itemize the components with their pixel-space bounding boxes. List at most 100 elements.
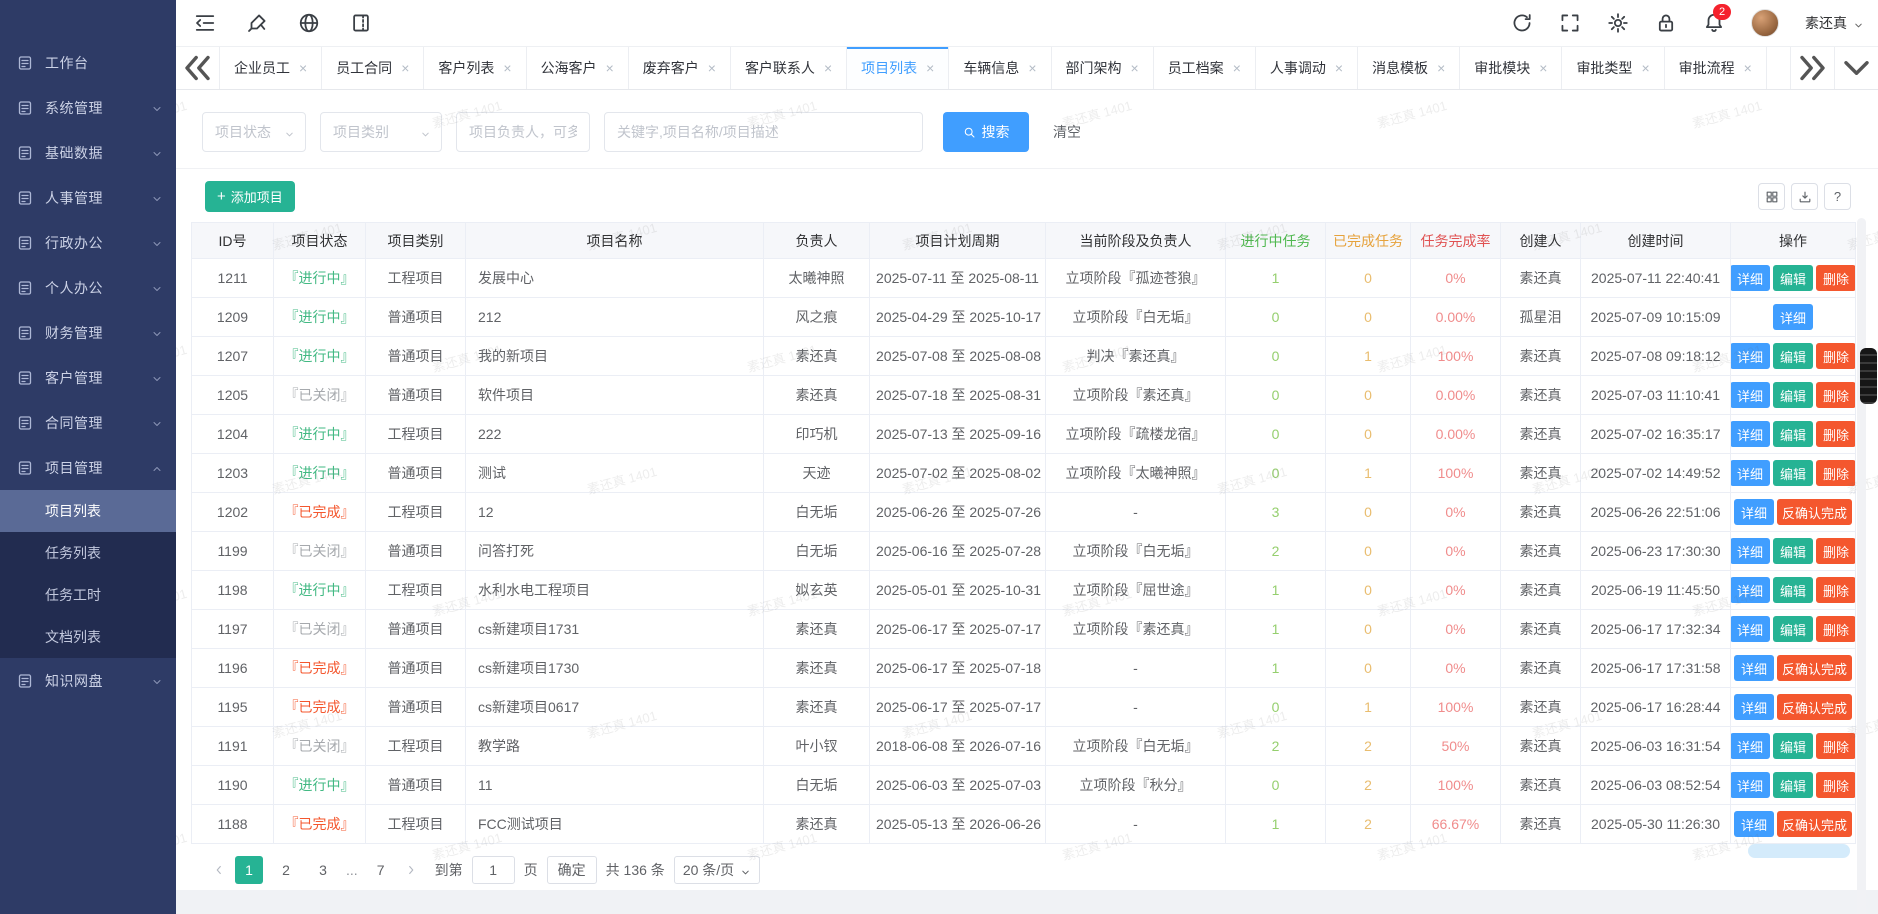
page-number-2[interactable]: 2 bbox=[272, 856, 300, 884]
tab-车辆信息[interactable]: 车辆信息× bbox=[949, 47, 1051, 89]
detail-button[interactable]: 详细 bbox=[1734, 655, 1774, 681]
close-icon[interactable]: × bbox=[401, 61, 409, 75]
vertical-scrollbar-track[interactable] bbox=[1857, 218, 1866, 914]
export-button[interactable] bbox=[1791, 183, 1818, 210]
sidebar-item-base-data[interactable]: 基础数据 bbox=[0, 130, 176, 175]
sidebar-item-hr[interactable]: 人事管理 bbox=[0, 175, 176, 220]
edit-button[interactable]: 编辑 bbox=[1773, 772, 1813, 798]
sidebar-item-project-list[interactable]: 项目列表 bbox=[0, 490, 176, 532]
fullscreen-icon[interactable] bbox=[1559, 12, 1581, 34]
detail-button[interactable]: 详细 bbox=[1731, 265, 1771, 291]
sidebar-item-knowledge[interactable]: 知识网盘 bbox=[0, 658, 176, 703]
sidebar-item-customer[interactable]: 客户管理 bbox=[0, 355, 176, 400]
sidebar-item-finance[interactable]: 财务管理 bbox=[0, 310, 176, 355]
close-icon[interactable]: × bbox=[926, 61, 934, 75]
edit-button[interactable]: 编辑 bbox=[1773, 343, 1813, 369]
sidebar-item-doc-list[interactable]: 文档列表 bbox=[0, 616, 176, 658]
unconfirm-button[interactable]: 反确认完成 bbox=[1777, 811, 1852, 837]
close-icon[interactable]: × bbox=[1437, 61, 1445, 75]
tab-员工档案[interactable]: 员工档案× bbox=[1154, 47, 1256, 89]
delete-button[interactable]: 删除 bbox=[1816, 616, 1855, 642]
detail-button[interactable]: 详细 bbox=[1731, 343, 1771, 369]
tab-项目列表[interactable]: 项目列表× bbox=[847, 47, 949, 89]
delete-button[interactable]: 删除 bbox=[1816, 733, 1855, 759]
theme-brush-icon[interactable] bbox=[246, 12, 268, 34]
tab-部门架构[interactable]: 部门架构× bbox=[1052, 47, 1154, 89]
tabs-scroll-right-button[interactable] bbox=[1790, 47, 1834, 89]
collapse-menu-icon[interactable] bbox=[194, 12, 216, 34]
close-icon[interactable]: × bbox=[1335, 61, 1343, 75]
delete-button[interactable]: 删除 bbox=[1816, 772, 1855, 798]
notification-bell-icon[interactable]: 2 bbox=[1703, 12, 1725, 34]
delete-button[interactable]: 删除 bbox=[1816, 460, 1855, 486]
detail-button[interactable]: 详细 bbox=[1734, 811, 1774, 837]
close-icon[interactable]: × bbox=[1233, 61, 1241, 75]
next-page-button[interactable] bbox=[404, 863, 418, 877]
delete-button[interactable]: 删除 bbox=[1816, 343, 1855, 369]
edit-button[interactable]: 编辑 bbox=[1773, 421, 1813, 447]
tab-员工合同[interactable]: 员工合同× bbox=[322, 47, 424, 89]
close-icon[interactable]: × bbox=[1744, 61, 1752, 75]
page-number-3[interactable]: 3 bbox=[309, 856, 337, 884]
detail-button[interactable]: 详细 bbox=[1731, 460, 1771, 486]
delete-button[interactable]: 删除 bbox=[1816, 421, 1855, 447]
keyword-input[interactable] bbox=[604, 112, 923, 152]
sidebar-item-personal-office[interactable]: 个人办公 bbox=[0, 265, 176, 310]
add-project-button[interactable]: + 添加项目 bbox=[205, 181, 295, 212]
edit-button[interactable]: 编辑 bbox=[1773, 382, 1813, 408]
close-icon[interactable]: × bbox=[1539, 61, 1547, 75]
detail-button[interactable]: 详细 bbox=[1731, 616, 1771, 642]
sidebar-item-admin-office[interactable]: 行政办公 bbox=[0, 220, 176, 265]
close-icon[interactable]: × bbox=[1131, 61, 1139, 75]
edit-button[interactable]: 编辑 bbox=[1773, 460, 1813, 486]
page-number-7[interactable]: 7 bbox=[367, 856, 395, 884]
tab-审批流程[interactable]: 审批流程× bbox=[1665, 47, 1767, 89]
column-grid-button[interactable] bbox=[1758, 183, 1785, 210]
refresh-icon[interactable] bbox=[1511, 12, 1533, 34]
detail-button[interactable]: 详细 bbox=[1734, 694, 1774, 720]
edit-button[interactable]: 编辑 bbox=[1773, 733, 1813, 759]
prev-page-button[interactable] bbox=[212, 863, 226, 877]
project-category-select[interactable]: 项目类别 bbox=[320, 112, 442, 152]
lock-icon[interactable] bbox=[1655, 12, 1677, 34]
detail-button[interactable]: 详细 bbox=[1731, 772, 1771, 798]
search-button[interactable]: 搜索 bbox=[943, 112, 1029, 152]
tab-废弃客户[interactable]: 废弃客户× bbox=[629, 47, 731, 89]
project-status-select[interactable]: 项目状态 bbox=[202, 112, 306, 152]
horizontal-scrollbar-thumb[interactable] bbox=[1748, 844, 1850, 858]
tab-消息模板[interactable]: 消息模板× bbox=[1358, 47, 1460, 89]
page-number-1[interactable]: 1 bbox=[235, 856, 263, 884]
sidebar-item-task-hours[interactable]: 任务工时 bbox=[0, 574, 176, 616]
detail-button[interactable]: 详细 bbox=[1731, 421, 1771, 447]
tabs-scroll-left-button[interactable] bbox=[176, 47, 220, 89]
sidebar-item-system[interactable]: 系统管理 bbox=[0, 85, 176, 130]
project-owner-input[interactable] bbox=[456, 112, 590, 152]
tab-人事调动[interactable]: 人事调动× bbox=[1256, 47, 1358, 89]
close-icon[interactable]: × bbox=[503, 61, 511, 75]
detail-button[interactable]: 详细 bbox=[1734, 499, 1774, 525]
tab-公海客户[interactable]: 公海客户× bbox=[527, 47, 629, 89]
delete-button[interactable]: 删除 bbox=[1816, 538, 1855, 564]
edit-button[interactable]: 编辑 bbox=[1773, 577, 1813, 603]
sidebar-item-task-list[interactable]: 任务列表 bbox=[0, 532, 176, 574]
language-globe-icon[interactable] bbox=[298, 12, 320, 34]
unconfirm-button[interactable]: 反确认完成 bbox=[1777, 655, 1852, 681]
close-icon[interactable]: × bbox=[1641, 61, 1649, 75]
layout-panel-icon[interactable] bbox=[350, 12, 372, 34]
vertical-scrollbar-thumb[interactable] bbox=[1860, 348, 1877, 404]
delete-button[interactable]: 删除 bbox=[1816, 577, 1855, 603]
avatar[interactable] bbox=[1751, 9, 1779, 37]
close-icon[interactable]: × bbox=[824, 61, 832, 75]
tab-审批模块[interactable]: 审批模块× bbox=[1460, 47, 1562, 89]
settings-gear-icon[interactable] bbox=[1607, 12, 1629, 34]
tab-审批类型[interactable]: 审批类型× bbox=[1562, 47, 1664, 89]
detail-button[interactable]: 详细 bbox=[1731, 577, 1771, 603]
sidebar-item-contract[interactable]: 合同管理 bbox=[0, 400, 176, 445]
close-icon[interactable]: × bbox=[299, 61, 307, 75]
close-icon[interactable]: × bbox=[708, 61, 716, 75]
user-menu[interactable]: 素还真 bbox=[1805, 13, 1864, 33]
sidebar-item-project[interactable]: 项目管理 bbox=[0, 445, 176, 490]
edit-button[interactable]: 编辑 bbox=[1773, 265, 1813, 291]
page-size-select[interactable]: 20 条/页 bbox=[674, 856, 760, 884]
edit-button[interactable]: 编辑 bbox=[1773, 616, 1813, 642]
